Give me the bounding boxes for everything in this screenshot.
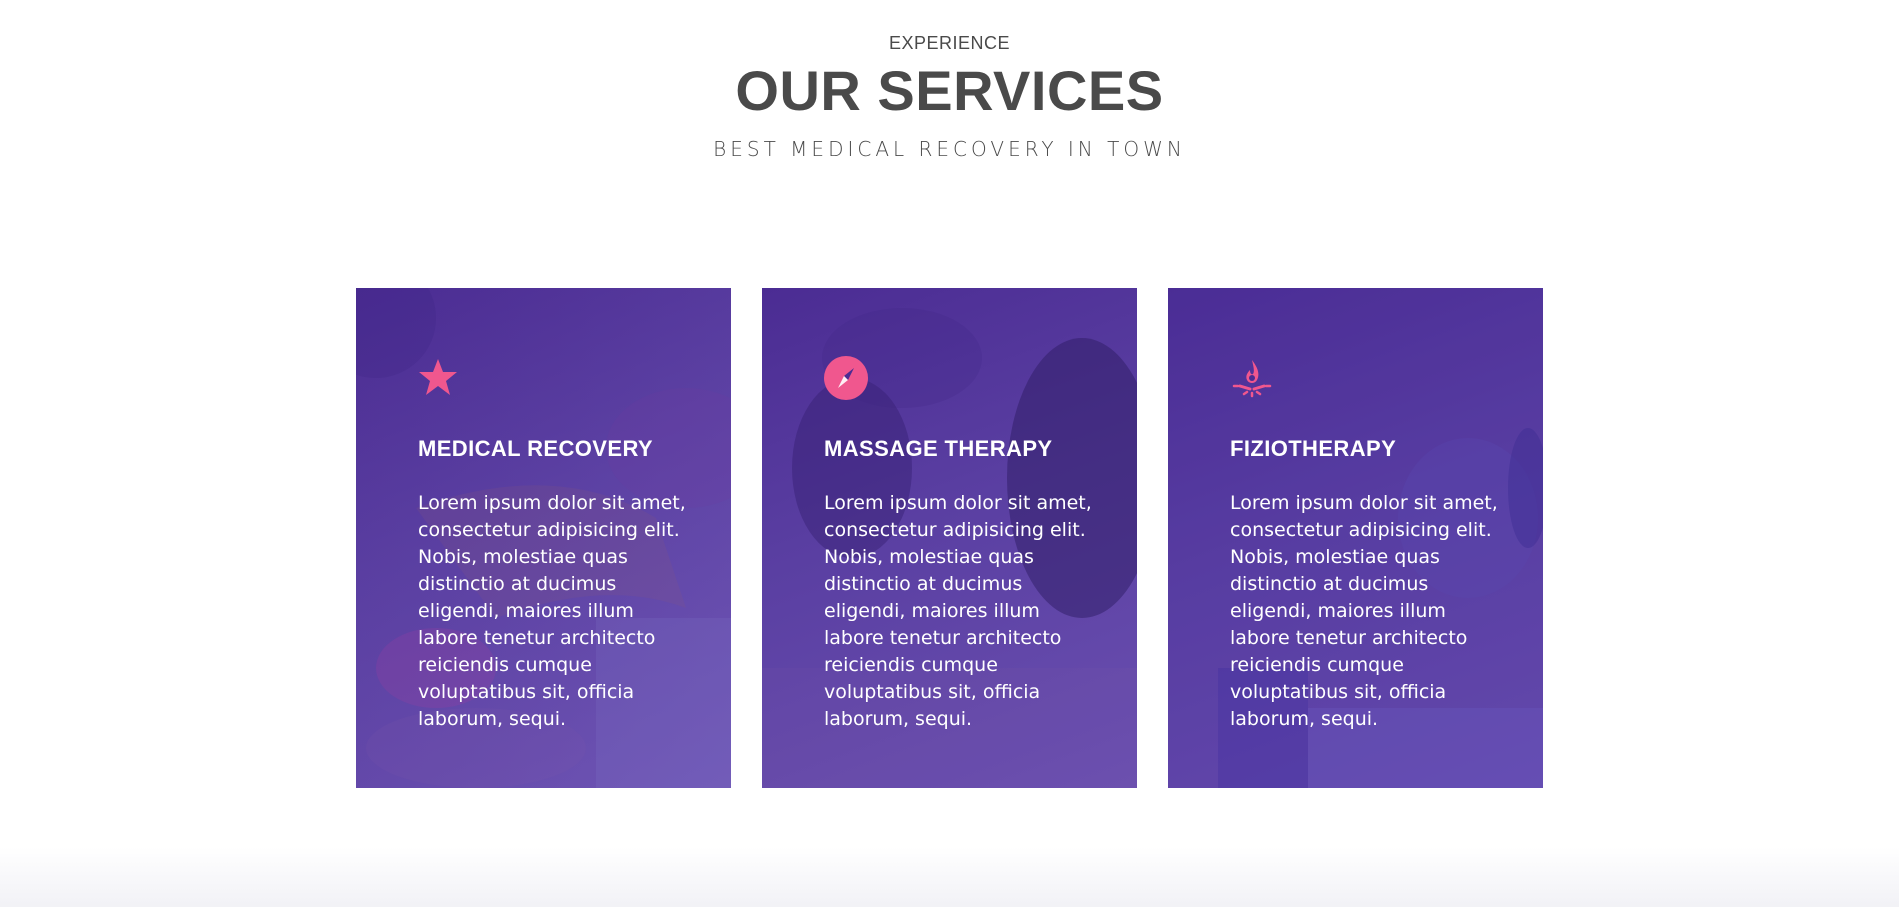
service-card-fiziotherapy: FIZIOTHERAPY Lorem ipsum dolor sit amet,… xyxy=(1168,288,1543,788)
star-icon xyxy=(419,359,457,395)
campfire-icon xyxy=(1232,360,1272,398)
card-title: FIZIOTHERAPY xyxy=(1230,436,1397,461)
compass-icon xyxy=(824,356,868,400)
section-title: OUR SERVICES xyxy=(735,59,1164,122)
section-subtitle: BEST MEDICAL RECOVERY IN TOWN xyxy=(713,137,1186,161)
card-title: MEDICAL RECOVERY xyxy=(418,436,653,461)
service-card-massage-therapy: MASSAGE THERAPY Lorem ipsum dolor sit am… xyxy=(762,288,1137,788)
bottom-divider xyxy=(0,847,1899,907)
card-text: Lorem ipsum dolor sit amet, consectetur … xyxy=(824,492,1092,730)
service-card-medical-recovery: MEDICAL RECOVERY Lorem ipsum dolor sit a… xyxy=(356,288,731,788)
card-text: Lorem ipsum dolor sit amet, consectetur … xyxy=(1230,492,1498,730)
section-kicker: EXPERIENCE xyxy=(888,33,1011,53)
card-text: Lorem ipsum dolor sit amet, consectetur … xyxy=(418,492,686,730)
card-title: MASSAGE THERAPY xyxy=(824,436,1053,461)
